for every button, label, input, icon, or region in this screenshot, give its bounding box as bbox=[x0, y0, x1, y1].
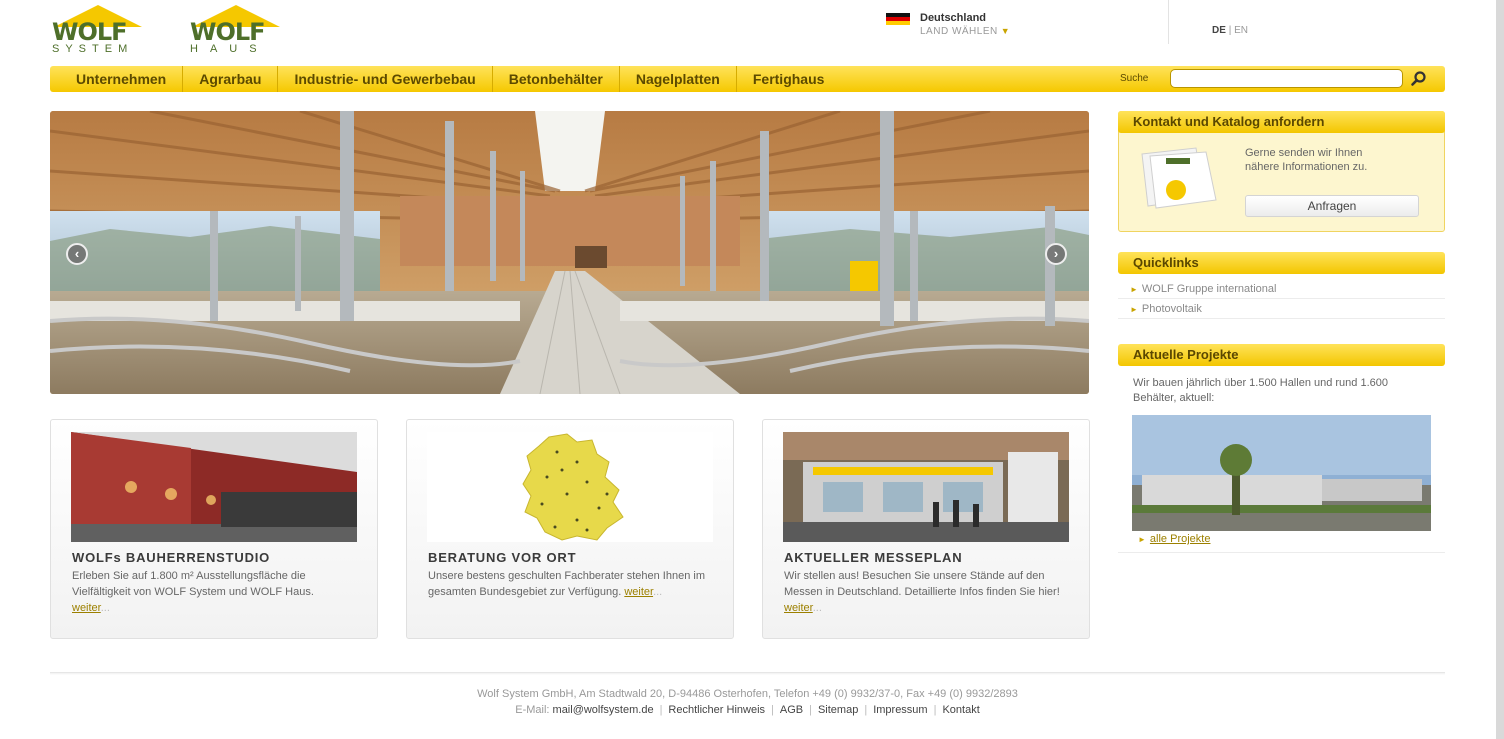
country-name: Deutschland bbox=[920, 12, 987, 24]
nav-item-fertighaus[interactable]: Fertighaus bbox=[737, 66, 841, 92]
teaser-more-link[interactable]: weiter bbox=[624, 586, 653, 598]
logo-wordmark: WOLF bbox=[190, 18, 266, 46]
slider-next-arrow-icon[interactable]: › bbox=[1045, 243, 1067, 265]
teaser-ellipsis: ... bbox=[812, 602, 822, 614]
germany-flag-icon bbox=[886, 13, 910, 25]
teaser-body: Wir stellen aus! Besuchen Sie unsere Stä… bbox=[784, 570, 1060, 598]
footer-link-legal[interactable]: Rechtlicher Hinweis bbox=[668, 704, 765, 716]
logo-subtitle: SYSTEM bbox=[52, 43, 134, 55]
footer-email-label: E-Mail: bbox=[515, 704, 550, 716]
footer-links: E-Mail: mail@wolfsystem.de | Rechtlicher H… bbox=[515, 704, 980, 716]
all-projects-link[interactable]: ► alle Projekte bbox=[1138, 533, 1210, 545]
teaser-title: AKTUELLER MESSEPLAN bbox=[784, 550, 963, 565]
window-scrollbar[interactable] bbox=[1496, 0, 1504, 739]
teaser-image bbox=[783, 432, 1069, 542]
contact-heading: Kontakt und Katalog anfordern bbox=[1118, 111, 1445, 133]
teaser-image bbox=[427, 432, 713, 542]
footer-link-impressum[interactable]: Impressum bbox=[873, 704, 927, 716]
lang-en[interactable]: EN bbox=[1234, 25, 1248, 36]
search-icon[interactable] bbox=[1410, 70, 1428, 88]
footer-address: Wolf System GmbH, Am Stadtwald 20, D-944… bbox=[477, 688, 1018, 700]
country-choose-label: LAND WÄHLEN bbox=[920, 26, 998, 37]
teaser-ellipsis: ... bbox=[653, 586, 663, 598]
all-projects-label[interactable]: alle Projekte bbox=[1150, 533, 1211, 545]
logo-wordmark: WOLF bbox=[52, 18, 128, 46]
project-image[interactable] bbox=[1132, 415, 1431, 531]
catalog-image bbox=[1136, 146, 1222, 210]
projects-heading: Aktuelle Projekte bbox=[1118, 344, 1445, 366]
nav-item-unternehmen[interactable]: Unternehmen bbox=[50, 66, 184, 92]
request-button[interactable]: Anfragen bbox=[1245, 195, 1419, 217]
logo-subtitle: HAUS bbox=[190, 43, 269, 55]
header-divider bbox=[1168, 0, 1169, 44]
teaser-image bbox=[71, 432, 357, 542]
bullet-arrow-icon: ► bbox=[1130, 305, 1138, 314]
footer-link-agb[interactable]: AGB bbox=[780, 704, 803, 716]
quicklink-wolf-gruppe[interactable]: ► WOLF Gruppe international bbox=[1118, 279, 1445, 299]
footer-link-sitemap[interactable]: Sitemap bbox=[818, 704, 858, 716]
quicklink-photovoltaik[interactable]: ► Photovoltaik bbox=[1118, 299, 1445, 319]
chevron-down-icon: ▼ bbox=[1000, 26, 1011, 36]
teaser-ellipsis: ... bbox=[100, 602, 110, 614]
lang-de[interactable]: DE bbox=[1212, 25, 1226, 36]
teaser-more-link[interactable]: weiter bbox=[784, 602, 813, 614]
teaser-text: Wir stellen aus! Besuchen Sie unsere Stä… bbox=[784, 568, 1074, 616]
nav-item-agrarbau[interactable]: Agrarbau bbox=[183, 66, 279, 92]
teaser-more-link[interactable]: weiter bbox=[72, 602, 101, 614]
nav-item-nagelplatten[interactable]: Nagelplatten bbox=[620, 66, 737, 92]
nav-item-betonbehaelter[interactable]: Betonbehälter bbox=[493, 66, 620, 92]
teaser-messeplan[interactable]: AKTUELLER MESSEPLAN Wir stellen aus! Bes… bbox=[762, 419, 1090, 639]
bullet-arrow-icon: ► bbox=[1138, 535, 1146, 544]
teaser-text: Erleben Sie auf 1.800 m² Ausstellungsflä… bbox=[72, 568, 362, 616]
country-choose[interactable]: LAND WÄHLEN ▼ bbox=[920, 26, 1010, 37]
teaser-body: Erleben Sie auf 1.800 m² Ausstellungsflä… bbox=[72, 570, 314, 598]
quicklinks-heading: Quicklinks bbox=[1118, 252, 1445, 274]
nav-item-industrie[interactable]: Industrie- und Gewerbebau bbox=[278, 66, 493, 92]
quicklink-label: Photovoltaik bbox=[1141, 303, 1202, 315]
teaser-text: Unsere bestens geschulten Fachberater st… bbox=[428, 568, 718, 600]
search-label: Suche bbox=[1120, 73, 1149, 84]
language-switcher: DE | EN bbox=[1212, 25, 1248, 36]
lang-separator: | bbox=[1228, 25, 1232, 36]
footer-link-kontakt[interactable]: Kontakt bbox=[942, 704, 979, 716]
bullet-arrow-icon: ► bbox=[1130, 285, 1138, 294]
footer-email-link[interactable]: mail@wolfsystem.de bbox=[553, 704, 654, 716]
teaser-body: Unsere bestens geschulten Fachberater st… bbox=[428, 570, 705, 598]
teaser-beratung[interactable]: BERATUNG VOR ORT Unsere bestens geschult… bbox=[406, 419, 734, 639]
contact-text: Gerne senden wir Ihnen nähere Informatio… bbox=[1245, 147, 1368, 173]
main-navigation: Unternehmen Agrarbau Industrie- und Gewe… bbox=[50, 66, 1445, 92]
teaser-title: BERATUNG VOR ORT bbox=[428, 550, 577, 565]
footer-divider bbox=[50, 672, 1445, 675]
hero-slider[interactable]: ‹ › bbox=[50, 111, 1089, 394]
teaser-bauherrenstudio[interactable]: WOLFs BAUHERRENSTUDIO Erleben Sie auf 1.… bbox=[50, 419, 378, 639]
projects-divider bbox=[1118, 552, 1445, 553]
slider-prev-arrow-icon[interactable]: ‹ bbox=[66, 243, 88, 265]
teaser-title: WOLFs BAUHERRENSTUDIO bbox=[72, 550, 271, 565]
hero-image bbox=[50, 111, 1089, 394]
search-input[interactable] bbox=[1170, 69, 1403, 88]
projects-text: Wir bauen jährlich über 1.500 Hallen und… bbox=[1133, 377, 1388, 404]
quicklink-label: WOLF Gruppe international bbox=[1141, 283, 1277, 295]
